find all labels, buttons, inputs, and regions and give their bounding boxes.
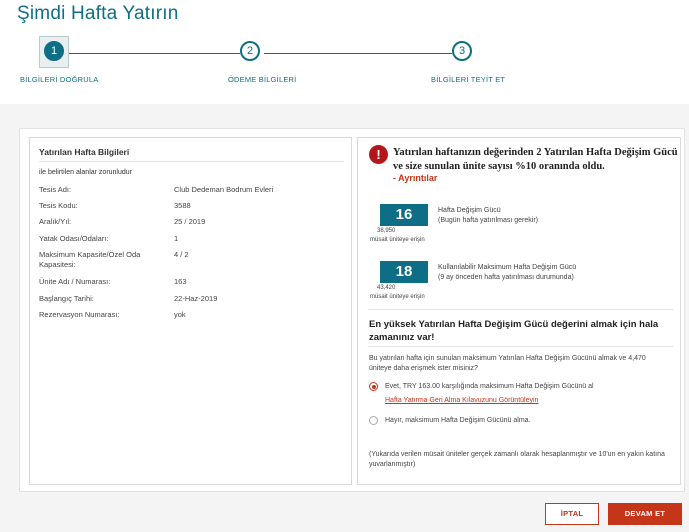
page-title: Şimdi Hafta Yatırın (17, 3, 179, 24)
required-fields-note: ile belirtilen alanlar zorunludur (39, 169, 132, 176)
info-value: Club Dedeman Bodrum Evleri (174, 185, 274, 194)
info-key: Ünite Adı / Numarası: (39, 277, 111, 286)
max-exchange-power-value: 18 (380, 261, 428, 283)
exchange-power-detail: (Bugün hafta yatırılması gerekir) (438, 217, 538, 224)
exclamation-icon: ! (369, 145, 388, 164)
step-2-label: ÖDEME BİLGİLERİ (228, 75, 297, 84)
info-key: Aralık/Yıl: (39, 217, 72, 226)
available-units-count: 43,420 (377, 285, 396, 291)
option-yes-radio[interactable] (369, 382, 378, 391)
info-value: 22-Haz-2019 (174, 294, 218, 303)
available-units-text: müsait üniteye erişin (370, 294, 425, 300)
divider (39, 161, 344, 162)
info-key: Tesis Kodu: (39, 201, 78, 210)
info-key: Rezervasyon Numarası: (39, 310, 120, 319)
exchange-power-label: Hafta Değişim Gücü (438, 207, 501, 214)
info-key: Maksimum Kapasite/Özel Oda Kapasitesi: (39, 250, 141, 269)
info-value: 3588 (174, 201, 191, 210)
exchange-power-value: 16 (380, 204, 428, 226)
header-area: Şimdi Hafta Yatırın 1 2 3 BİLGİLERİ DOĞR… (0, 0, 689, 104)
step-3-circle: 3 (452, 41, 472, 61)
info-value: 4 / 2 (174, 250, 189, 259)
reversal-guide-link[interactable]: Hafta Yatırma Geri Alma Kılavuzunu Görün… (385, 397, 538, 404)
max-exchange-power-label: Kullanılabilir Maksimum Hafta Değişim Gü… (438, 264, 577, 271)
step-2-circle: 2 (240, 41, 260, 61)
info-value: yok (174, 310, 186, 319)
upgrade-question-description: Bu yatırılan hafta için sunulan maksimum… (369, 355, 646, 372)
info-value: 25 / 2019 (174, 217, 206, 226)
rounding-note: (Yukarıda verilen müsait üniteler gerçek… (369, 451, 665, 468)
option-yes-label[interactable]: Evet, TRY 163.00 karşılığında maksimum H… (385, 383, 594, 390)
step-1-circle[interactable]: 1 (44, 41, 64, 61)
step-3-label: BİLGİLERİ TEYİT ET (431, 75, 506, 84)
details-link[interactable]: - Ayrıntılar (393, 173, 437, 183)
info-key: Başlangıç Tarihi: (39, 294, 94, 303)
progress-stepper: 1 2 3 BİLGİLERİ DOĞRULA ÖDEME BİLGİLERİ … (0, 36, 689, 88)
available-units-count: 38,950 (377, 228, 396, 234)
step-1-label: BİLGİLERİ DOĞRULA (20, 75, 99, 84)
week-info-title: Yatırılan Hafta Bilgileri (39, 147, 130, 157)
continue-button[interactable]: DEVAM ET (608, 503, 682, 525)
divider (368, 346, 673, 347)
available-units-text: müsait üniteye erişin (370, 237, 425, 243)
alert-message: Yatırılan haftanızın değerinden 2 Yatırı… (393, 147, 678, 172)
exchange-power-card (357, 137, 681, 485)
cancel-button[interactable]: İPTAL (545, 503, 599, 525)
option-no-radio[interactable] (369, 416, 378, 425)
info-value: 1 (174, 234, 179, 243)
info-key: Tesis Adı: (39, 185, 72, 194)
step-connector (66, 53, 240, 54)
info-value: 163 (174, 277, 187, 286)
option-no-label[interactable]: Hayır, maksimum Hafta Değişim Gücünü alm… (385, 417, 531, 424)
max-exchange-power-detail: (9 ay önceden hafta yatırılması durumund… (438, 274, 574, 281)
divider (368, 309, 673, 310)
info-key: Yatak Odası/Odaları: (39, 234, 109, 243)
step-connector (264, 53, 452, 54)
upgrade-question-title: En yüksek Yatırılan Hafta Değişim Gücü d… (369, 319, 659, 343)
